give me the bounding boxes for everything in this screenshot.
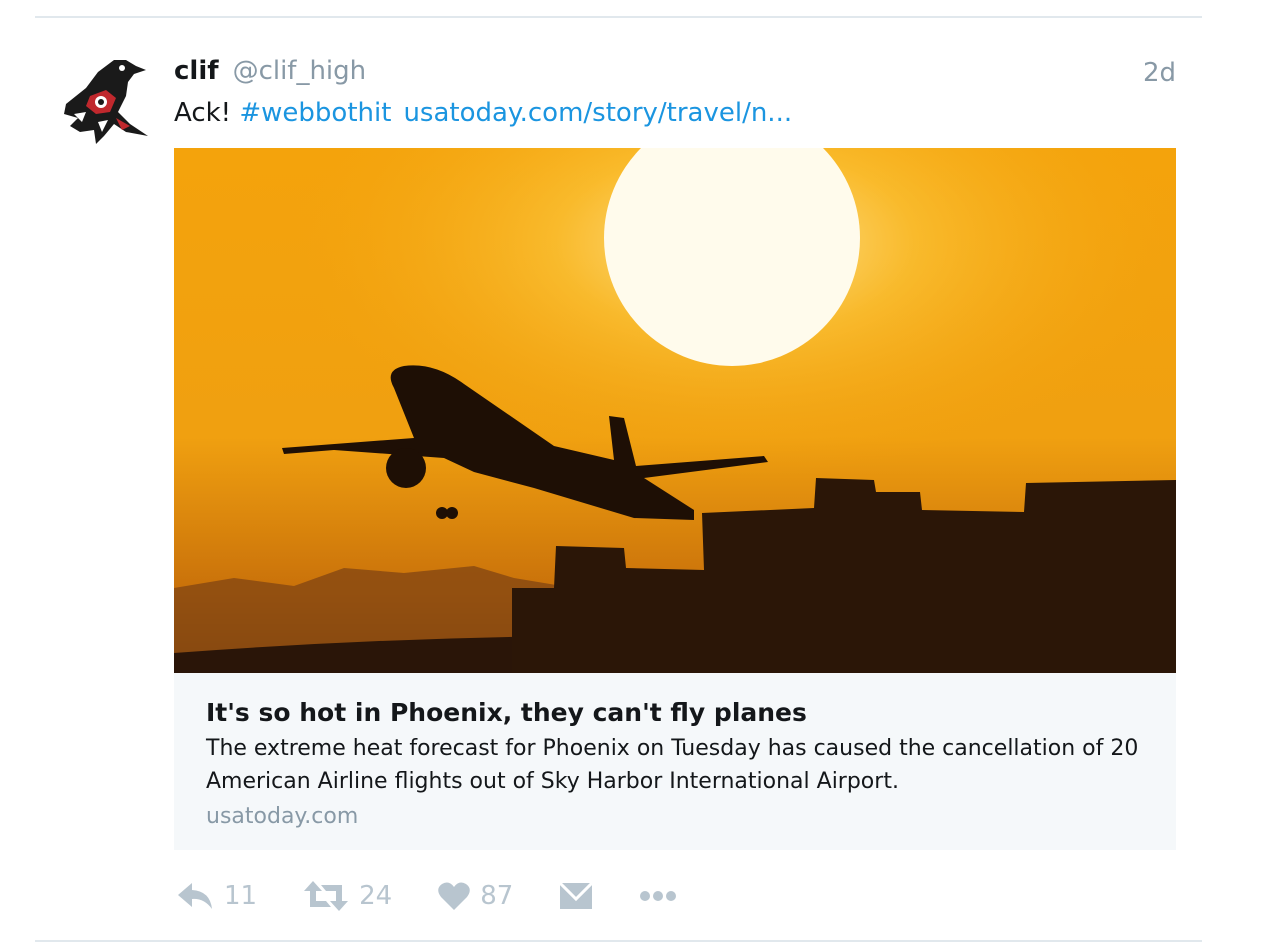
- bottom-divider: [35, 940, 1202, 942]
- url-link[interactable]: usatoday.com/story/travel/n...: [403, 98, 792, 128]
- reply-count: 11: [224, 881, 258, 911]
- reply-icon: [178, 883, 212, 909]
- message-button[interactable]: [559, 881, 594, 911]
- top-divider: [35, 16, 1202, 18]
- heart-icon: [438, 882, 470, 910]
- hashtag-link[interactable]: #webbothit: [239, 98, 391, 128]
- retweet-button[interactable]: 24: [303, 881, 392, 911]
- card-title[interactable]: It's so hot in Phoenix, they can't fly p…: [206, 696, 1156, 730]
- like-button[interactable]: 87: [438, 881, 513, 911]
- avatar[interactable]: [56, 52, 152, 148]
- tweet-text-prefix: Ack!: [174, 98, 240, 128]
- retweet-icon: [304, 881, 349, 911]
- author-handle[interactable]: @clif_high: [233, 56, 367, 86]
- retweet-count: 24: [359, 881, 393, 911]
- tweet-header: clif @clif_high: [174, 56, 366, 96]
- author-name[interactable]: clif: [174, 56, 219, 86]
- card-image[interactable]: [174, 148, 1176, 673]
- card-description: The extreme heat forecast for Phoenix on…: [206, 736, 1139, 794]
- envelope-icon: [559, 881, 594, 909]
- tweet-text: Ack! #webbothit usatoday.com/story/travel…: [174, 98, 792, 128]
- more-button[interactable]: [639, 889, 677, 903]
- raven-logo-icon: [64, 60, 148, 144]
- card-text: It's so hot in Phoenix, they can't fly p…: [206, 696, 1156, 833]
- link-card[interactable]: It's so hot in Phoenix, they can't fly p…: [174, 148, 1176, 850]
- like-count: 87: [480, 881, 514, 911]
- more-dots-icon: [640, 891, 677, 901]
- reply-button[interactable]: 11: [176, 881, 257, 911]
- tweet-actions: 11 24 87: [176, 870, 723, 922]
- tweet-timestamp[interactable]: 2d: [1143, 58, 1176, 88]
- card-domain: usatoday.com: [206, 804, 359, 829]
